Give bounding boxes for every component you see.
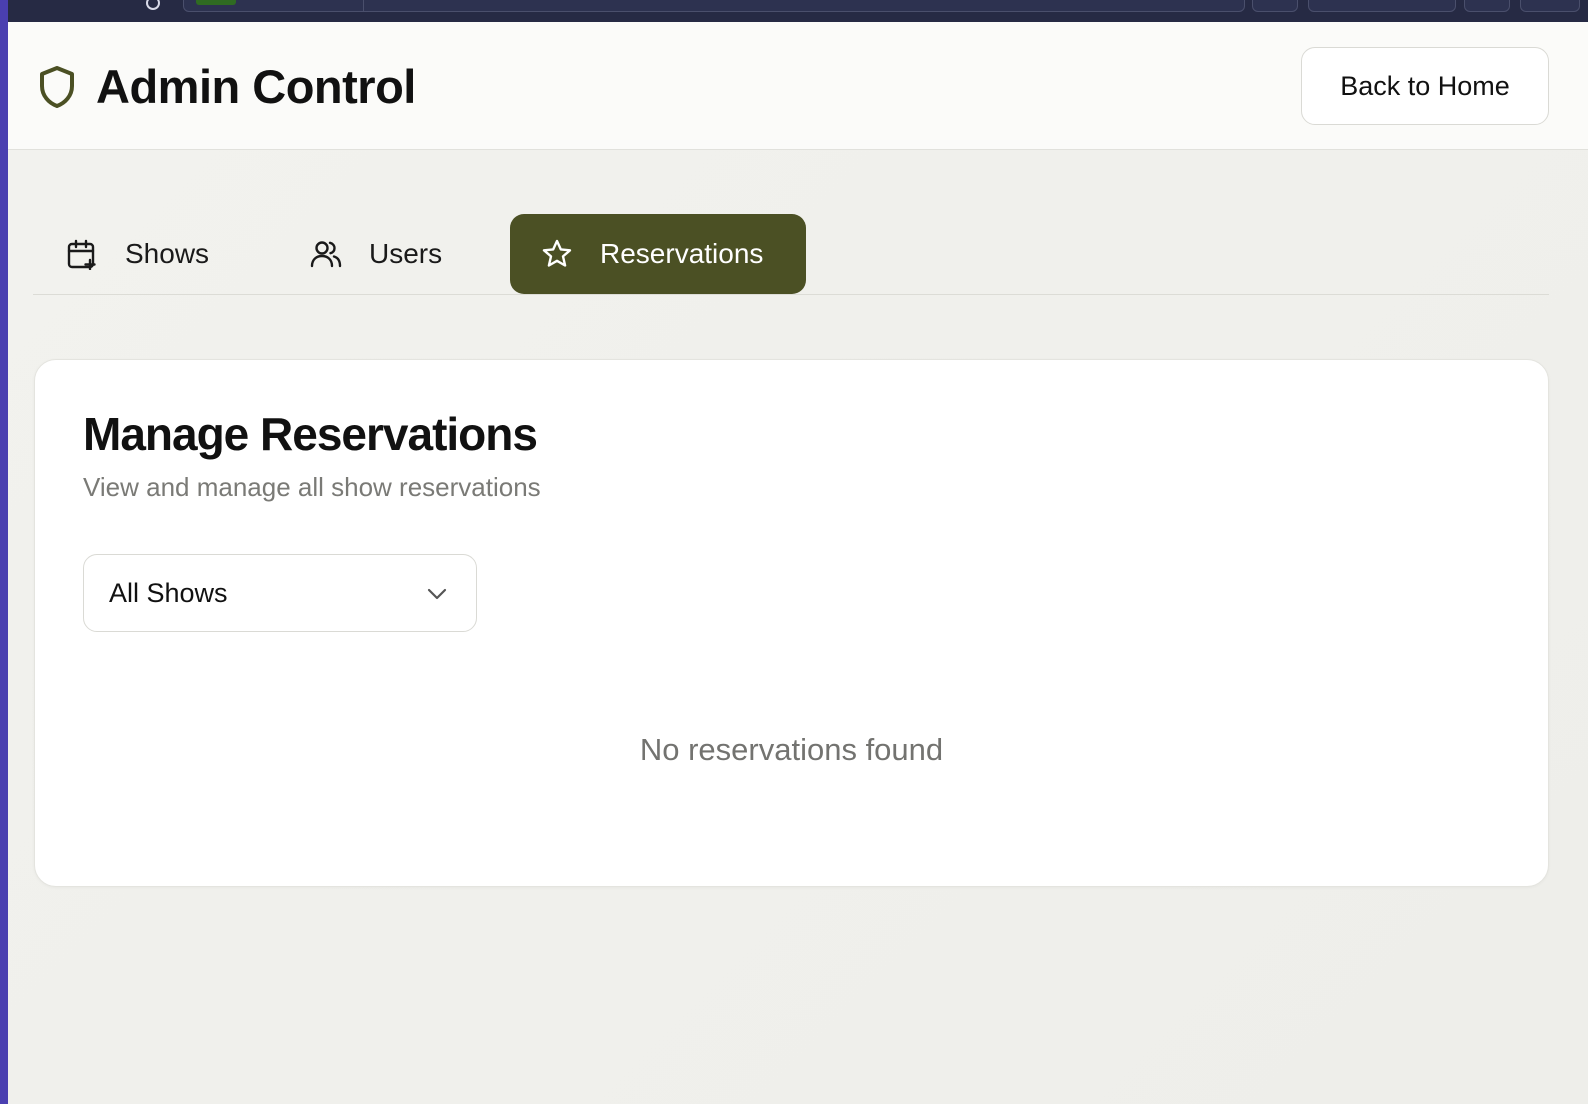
show-filter-value: All Shows — [109, 577, 228, 608]
back-to-home-button[interactable]: Back to Home — [1301, 47, 1549, 125]
users-icon — [309, 237, 343, 271]
panel-subtitle: View and manage all show reservations — [83, 472, 541, 502]
page-title: Admin Control — [96, 60, 416, 113]
empty-state-message: No reservations found — [639, 732, 944, 767]
app-root: Admin Control Back to Home Shows Users R… — [8, 22, 1588, 1104]
reservations-panel: Manage Reservations View and manage all … — [34, 359, 1549, 887]
shield-icon — [40, 66, 74, 108]
browser-button[interactable] — [1520, 0, 1580, 12]
star-icon — [540, 237, 574, 271]
address-bar[interactable] — [183, 0, 1245, 12]
reload-icon[interactable] — [146, 0, 160, 10]
calendar-plus-icon — [65, 237, 99, 271]
window-edge — [0, 0, 8, 1104]
tab-reservations-label: Reservations — [600, 238, 764, 269]
tab-users[interactable]: Users — [283, 214, 503, 294]
browser-button[interactable] — [1464, 0, 1510, 12]
tab-users-label: Users — [369, 238, 443, 269]
tab-shows-label: Shows — [125, 238, 210, 269]
page-header: Admin Control Back to Home — [8, 22, 1588, 150]
browser-button[interactable] — [1252, 0, 1298, 12]
browser-button[interactable] — [1308, 0, 1456, 12]
panel-title: Manage Reservations — [83, 408, 538, 460]
chevron-down-icon — [427, 588, 447, 600]
admin-tabs: Shows Users Reservations — [33, 214, 1549, 295]
tab-shows[interactable]: Shows — [39, 214, 259, 294]
tab-reservations[interactable]: Reservations — [510, 214, 806, 294]
show-filter-select[interactable]: All Shows — [83, 554, 477, 632]
address-bar-badge — [196, 0, 236, 5]
browser-toolbar — [8, 0, 1588, 22]
